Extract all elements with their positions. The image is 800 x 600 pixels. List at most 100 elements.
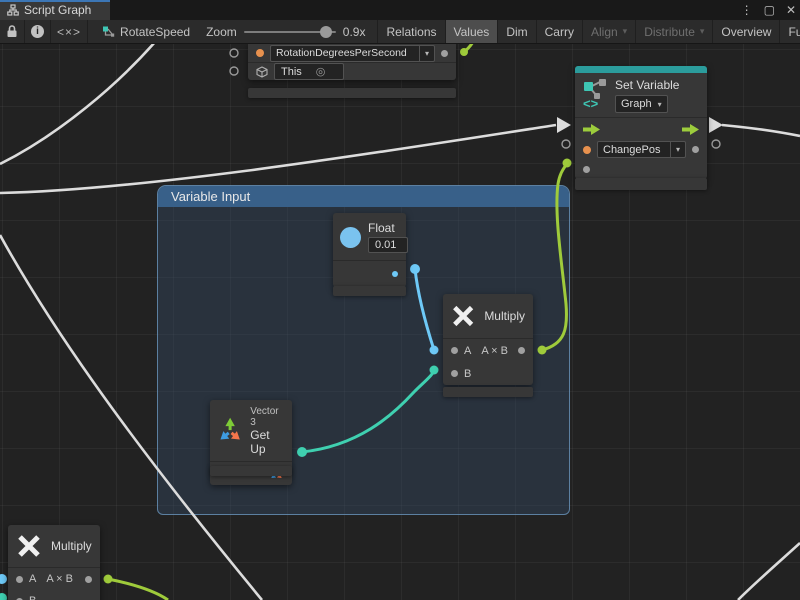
tab-script-graph[interactable]: Script Graph xyxy=(0,0,110,20)
output-port[interactable] xyxy=(441,50,448,57)
zoom-control: Zoom 0.9x xyxy=(200,20,371,43)
variable-dropdown[interactable]: ChangePos xyxy=(597,141,671,158)
node-title: Float xyxy=(368,221,408,235)
flow-row xyxy=(575,118,707,140)
node-header: Multiply xyxy=(443,294,533,338)
b-port[interactable] xyxy=(451,370,458,377)
code-view-button[interactable]: <×> xyxy=(51,20,88,43)
a-port[interactable] xyxy=(451,347,458,354)
node-multiply-2[interactable]: Multiply A A × B B xyxy=(8,525,100,600)
node-title: Get Up xyxy=(250,428,286,456)
relations-toggle[interactable]: Relations xyxy=(377,20,444,43)
float-out-port[interactable] xyxy=(392,271,398,277)
overview-button[interactable]: Overview xyxy=(712,20,779,43)
tab-title: Script Graph xyxy=(24,3,91,17)
scope-dropdown[interactable]: Graph ▾ xyxy=(615,95,668,113)
close-icon[interactable]: ✕ xyxy=(786,0,796,20)
a-port[interactable] xyxy=(16,576,23,583)
b-label: B xyxy=(464,368,471,380)
lock-icon xyxy=(6,25,18,38)
outer-port-ring[interactable] xyxy=(230,49,238,57)
graph-name: RotateSpeed xyxy=(120,25,190,39)
multiply-icon xyxy=(451,303,475,329)
node-footer xyxy=(248,88,456,98)
node-get-variable[interactable]: RotationDegreesPerSecond ▾ This ◎ xyxy=(248,44,456,80)
svg-text:<>: <> xyxy=(583,96,599,109)
wire-flow-bottomright xyxy=(738,543,800,600)
a-label: A xyxy=(464,345,471,357)
group-header[interactable]: Variable Input xyxy=(158,186,569,207)
node-footer xyxy=(443,387,533,397)
wire-arrowhead-in xyxy=(557,117,571,133)
outer-port-ring[interactable] xyxy=(712,140,720,148)
result-port[interactable] xyxy=(85,576,92,583)
menu-kebab-icon[interactable]: ⋮ xyxy=(741,0,753,20)
output-label: A × B xyxy=(46,573,73,585)
zoom-slider[interactable] xyxy=(244,31,336,33)
values-toggle[interactable]: Values xyxy=(445,20,498,43)
variable-dropdown-arrow[interactable]: ▾ xyxy=(420,45,435,62)
output-label: A × B xyxy=(481,345,508,357)
wire-flow-into-set-variable xyxy=(0,125,556,193)
align-menu[interactable]: Align▾ xyxy=(582,20,635,43)
vector3-icon xyxy=(216,416,244,446)
info-icon: i xyxy=(31,25,44,38)
node-accent-bar xyxy=(575,66,707,73)
flow-in-port[interactable] xyxy=(583,124,600,135)
b-label: B xyxy=(29,595,36,600)
node-header: Multiply xyxy=(8,525,100,567)
lock-button[interactable] xyxy=(0,20,25,43)
value-in-port[interactable] xyxy=(583,166,590,173)
outer-port-ring[interactable] xyxy=(562,140,570,148)
node-header: Float 0.01 xyxy=(333,213,406,260)
a-label: A xyxy=(29,573,36,585)
distribute-menu[interactable]: Distribute▾ xyxy=(635,20,712,43)
wire-end-dot xyxy=(0,574,7,584)
variable-row: RotationDegreesPerSecond ▾ xyxy=(248,44,456,62)
zoom-slider-handle[interactable] xyxy=(320,26,332,38)
graph-canvas[interactable]: Variable Input xyxy=(0,44,800,600)
wire-multiply2-out xyxy=(108,579,168,600)
node-multiply[interactable]: Multiply A A × B B xyxy=(443,294,533,385)
carry-toggle[interactable]: Carry xyxy=(536,20,582,43)
object-picker-icon[interactable]: ◎ xyxy=(316,65,326,78)
input-a-row: A A × B xyxy=(8,568,100,590)
code-tag-icon: <×> xyxy=(57,25,81,39)
wire-end-dot xyxy=(460,48,468,56)
input-b-row: B xyxy=(443,362,533,385)
graph-breadcrumb[interactable]: RotateSpeed xyxy=(88,20,200,43)
node-footer xyxy=(575,178,707,190)
dim-toggle[interactable]: Dim xyxy=(497,20,535,43)
this-field[interactable]: This ◎ xyxy=(274,63,344,80)
chevron-down-icon: ▾ xyxy=(658,100,662,109)
variable-port[interactable] xyxy=(583,146,591,154)
input-b-row: B xyxy=(8,590,100,600)
node-header: Vector 3 Get Up xyxy=(210,400,292,461)
node-float[interactable]: Float 0.01 xyxy=(333,213,406,287)
graph-hierarchy-icon xyxy=(7,4,19,16)
result-port[interactable] xyxy=(518,347,525,354)
value-row xyxy=(575,159,707,179)
node-set-variable[interactable]: <> Set Variable Graph ▾ xyxy=(575,66,707,179)
outer-port-ring[interactable] xyxy=(230,67,238,75)
node-title: Set Variable xyxy=(615,78,679,92)
zoom-label: Zoom xyxy=(206,25,237,39)
info-button[interactable]: i xyxy=(25,20,51,43)
new-value-out-port[interactable] xyxy=(692,146,699,153)
wire-end-dot xyxy=(563,159,572,168)
maximize-icon[interactable]: ▢ xyxy=(764,0,775,20)
flow-out-port[interactable] xyxy=(682,124,699,135)
graph-toolbar: i <×> RotateSpeed Zoom 0.9x Relations Va… xyxy=(0,20,800,44)
wire-flow-topleft xyxy=(0,44,155,164)
node-title: Multiply xyxy=(484,309,525,323)
variable-dropdown-arrow[interactable]: ▾ xyxy=(671,141,686,158)
group-title: Variable Input xyxy=(171,189,250,204)
title-bar: Script Graph ⋮ ▢ ✕ xyxy=(0,0,800,20)
node-title: Multiply xyxy=(51,539,92,553)
variable-dropdown[interactable]: RotationDegreesPerSecond xyxy=(270,45,420,62)
node-header: <> Set Variable Graph ▾ xyxy=(575,73,707,117)
variable-port[interactable] xyxy=(256,49,264,57)
graph-asset-icon xyxy=(102,25,115,38)
fullscreen-button[interactable]: Full Screen xyxy=(779,20,800,43)
float-value-field[interactable]: 0.01 xyxy=(368,237,408,253)
